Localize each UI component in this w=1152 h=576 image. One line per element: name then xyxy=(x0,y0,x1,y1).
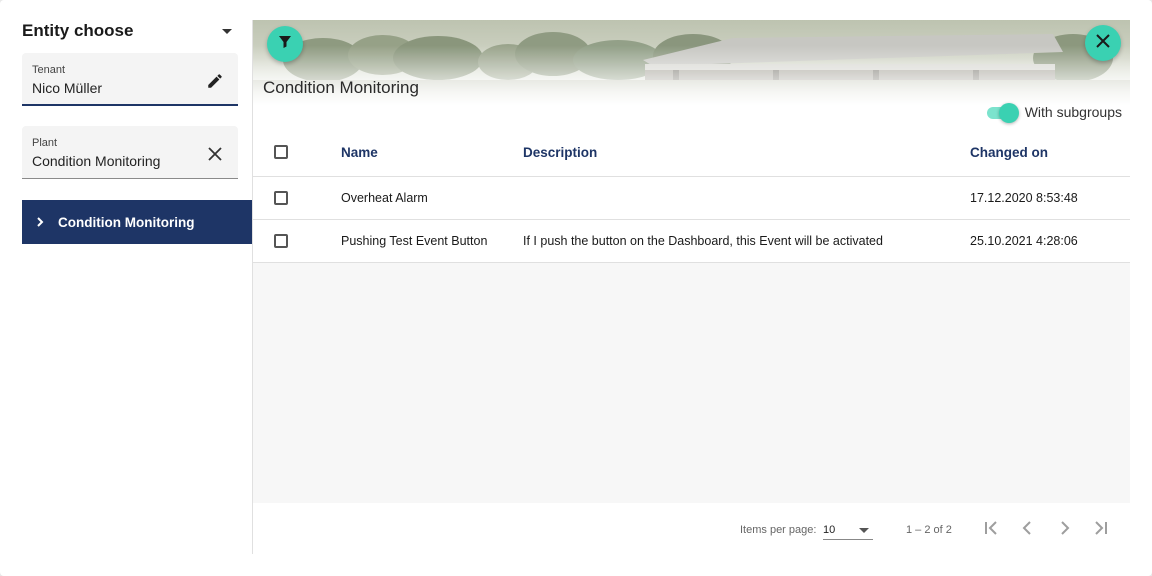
page-title: Condition Monitoring xyxy=(263,78,419,97)
items-per-page-select[interactable]: 10 xyxy=(823,520,873,540)
toggle-switch[interactable] xyxy=(985,102,1019,123)
toggle-thumb xyxy=(998,103,1019,123)
subgroups-toggle[interactable]: With subgroups xyxy=(985,102,1122,123)
entity-choose-header[interactable]: Entity choose xyxy=(22,20,252,42)
next-page-button[interactable] xyxy=(1053,517,1075,539)
select-all-checkbox[interactable] xyxy=(274,145,288,159)
tenant-value: Nico Müller xyxy=(32,80,103,96)
row-changed-on: 17.12.2020 8:53:48 xyxy=(970,191,1078,205)
row-select-cell xyxy=(274,220,288,262)
column-header-name[interactable]: Name xyxy=(341,128,378,176)
close-icon xyxy=(1096,33,1110,53)
row-name: Pushing Test Event Button xyxy=(341,234,488,248)
column-header-description[interactable]: Description xyxy=(523,128,597,176)
filter-icon xyxy=(276,33,294,56)
row-changed-on: 25.10.2021 4:28:06 xyxy=(970,234,1078,248)
entity-choose-title: Entity choose xyxy=(22,21,134,40)
select-caret-icon xyxy=(859,528,869,533)
row-checkbox[interactable] xyxy=(274,191,288,205)
close-dialog-button[interactable] xyxy=(1085,25,1121,61)
previous-page-button[interactable] xyxy=(1017,517,1039,539)
column-header-changed-on[interactable]: Changed on xyxy=(970,128,1048,176)
previous-page-icon xyxy=(1022,521,1031,535)
table-empty-area xyxy=(253,263,1130,503)
tree-item-condition-monitoring[interactable]: Condition Monitoring xyxy=(22,200,252,244)
dropdown-caret-icon[interactable] xyxy=(222,28,232,34)
select-all-cell xyxy=(274,128,288,176)
entity-sidebar: Entity choose Tenant Nico Müller Plant C… xyxy=(22,20,252,244)
tenant-field[interactable]: Tenant Nico Müller xyxy=(22,53,238,106)
last-page-icon xyxy=(1095,521,1107,535)
tenant-label: Tenant xyxy=(32,64,66,76)
plant-value: Condition Monitoring xyxy=(32,153,161,169)
pencil-icon[interactable] xyxy=(206,72,224,90)
row-checkbox[interactable] xyxy=(274,234,288,248)
main-panel: Condition Monitoring With subgroups Name… xyxy=(253,20,1130,554)
page-range-label: 1 – 2 of 2 xyxy=(906,524,952,536)
table-row[interactable]: Pushing Test Event Button If I push the … xyxy=(253,220,1130,263)
first-page-button[interactable] xyxy=(981,517,1003,539)
clear-icon[interactable] xyxy=(206,145,224,163)
table-header-row: Name Description Changed on xyxy=(253,128,1130,177)
paginator: Items per page: 10 1 – 2 of 2 xyxy=(253,503,1130,554)
next-page-icon xyxy=(1061,521,1070,535)
row-select-cell xyxy=(274,177,288,219)
plant-field[interactable]: Plant Condition Monitoring xyxy=(22,126,238,179)
items-per-page-label: Items per page: xyxy=(740,524,817,536)
chevron-right-icon[interactable] xyxy=(34,215,48,229)
row-description: If I push the button on the Dashboard, t… xyxy=(523,234,883,248)
subgroups-label: With subgroups xyxy=(1024,104,1122,120)
entity-dialog: Entity choose Tenant Nico Müller Plant C… xyxy=(0,0,1152,576)
plant-label: Plant xyxy=(32,137,58,149)
first-page-icon xyxy=(985,521,997,535)
items-per-page-value: 10 xyxy=(823,524,836,536)
tree-item-label: Condition Monitoring xyxy=(58,214,195,230)
row-name: Overheat Alarm xyxy=(341,191,428,205)
last-page-button[interactable] xyxy=(1089,517,1111,539)
events-table: Name Description Changed on Overheat Ala… xyxy=(253,128,1130,263)
filter-button[interactable] xyxy=(267,26,303,62)
table-row[interactable]: Overheat Alarm 17.12.2020 8:53:48 xyxy=(253,177,1130,220)
